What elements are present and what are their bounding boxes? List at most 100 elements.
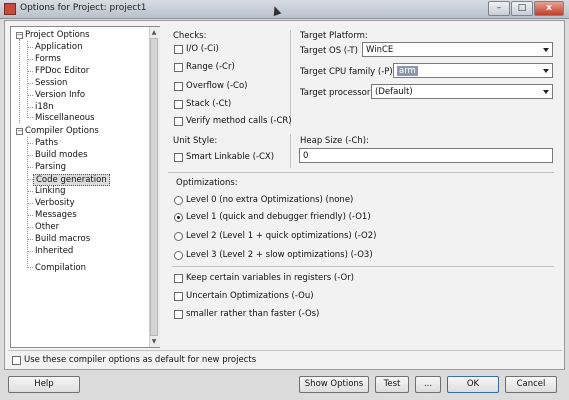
- section-divider: [290, 134, 291, 168]
- tree-connector: [27, 71, 33, 72]
- options-tree[interactable]: − Project Options Application Forms FPDo…: [10, 26, 160, 348]
- tree-connector: [27, 83, 33, 84]
- tree-connector: [27, 167, 33, 168]
- maximize-button[interactable]: □: [511, 1, 533, 16]
- tree-scroll-thumb[interactable]: [150, 38, 158, 336]
- section-divider: [168, 172, 554, 173]
- target-cpu-value: arm: [397, 66, 418, 76]
- range-check-checkbox[interactable]: [174, 63, 183, 72]
- section-divider: [290, 30, 291, 126]
- cancel-button[interactable]: Cancel: [505, 376, 557, 393]
- target-cpu-select[interactable]: arm: [393, 63, 553, 78]
- verify-method-calls-label: Verify method calls (-CR): [186, 116, 292, 126]
- smaller-rather-than-faster-checkbox[interactable]: [174, 310, 183, 319]
- level3-label: Level 3 (Level 2 + slow optimizations) (…: [186, 250, 373, 260]
- tree-connector: [27, 155, 33, 156]
- heap-size-input[interactable]: 0: [299, 148, 553, 163]
- test-button[interactable]: Test: [375, 376, 409, 393]
- keep-registers-label: Keep certain variables in registers (-Or…: [186, 273, 354, 283]
- tree-item-session[interactable]: Session: [35, 78, 67, 88]
- io-check-label: I/O (-Ci): [186, 44, 219, 54]
- tree-connector: [27, 143, 33, 144]
- tree-item-parsing[interactable]: Parsing: [35, 162, 66, 172]
- help-button[interactable]: Help: [8, 376, 80, 393]
- tree-item-linking[interactable]: Linking: [35, 186, 66, 196]
- chevron-down-icon: [543, 69, 549, 73]
- level3-radio[interactable]: [174, 251, 183, 260]
- more-button[interactable]: ...: [415, 376, 441, 393]
- window-title: Options for Project: project1: [20, 3, 147, 13]
- level0-label: Level 0 (no extra Optimizations) (none): [186, 195, 354, 205]
- tree-item-verbosity[interactable]: Verbosity: [35, 198, 75, 208]
- verify-method-calls-checkbox[interactable]: [174, 117, 183, 126]
- tree-item-forms[interactable]: Forms: [35, 54, 61, 64]
- heap-size-value: 0: [303, 151, 309, 161]
- minimize-button[interactable]: –: [488, 1, 510, 16]
- tree-item-other[interactable]: Other: [35, 222, 59, 232]
- tree-item-fpdoc-editor[interactable]: FPDoc Editor: [35, 66, 89, 76]
- smaller-rather-than-faster-label: smaller rather than faster (-Os): [186, 309, 320, 319]
- tree-item-inherited[interactable]: Inherited: [35, 246, 73, 256]
- target-cpu-label: Target CPU family (-P): [300, 67, 393, 77]
- tree-item-paths[interactable]: Paths: [35, 138, 58, 148]
- section-divider: [172, 266, 554, 267]
- tree-connector: [27, 215, 33, 216]
- target-processor-select[interactable]: (Default): [371, 84, 553, 99]
- tree-connector: [27, 107, 33, 108]
- use-as-default-label: Use these compiler options as default fo…: [24, 355, 257, 365]
- level2-radio[interactable]: [174, 232, 183, 241]
- tree-item-messages[interactable]: Messages: [35, 210, 77, 220]
- tree-item-build-modes[interactable]: Build modes: [35, 150, 88, 160]
- scroll-down-icon[interactable]: ▼: [150, 337, 158, 346]
- tree-item-compiler-options[interactable]: Compiler Options: [25, 126, 99, 136]
- tree-item-code-generation[interactable]: Code generation: [33, 174, 110, 186]
- tree-item-compilation[interactable]: Compilation: [35, 263, 86, 273]
- smart-linkable-checkbox[interactable]: [174, 153, 183, 162]
- close-button[interactable]: x: [534, 1, 564, 16]
- tree-item-miscellaneous[interactable]: Miscellaneous: [35, 113, 95, 123]
- target-os-value: WinCE: [366, 45, 394, 55]
- target-processor-value: (Default): [375, 87, 413, 97]
- tree-item-application[interactable]: Application: [35, 42, 83, 52]
- tree-connector: [27, 47, 33, 48]
- tree-item-project-options[interactable]: Project Options: [25, 30, 90, 40]
- overflow-check-checkbox[interactable]: [174, 82, 183, 91]
- level0-radio[interactable]: [174, 196, 183, 205]
- scroll-up-icon[interactable]: ▲: [150, 28, 158, 37]
- io-check-checkbox[interactable]: [174, 45, 183, 54]
- tree-connector: [27, 59, 33, 60]
- chevron-down-icon: [543, 48, 549, 52]
- target-os-label: Target OS (-T): [300, 46, 358, 56]
- target-platform-heading: Target Platform:: [300, 31, 368, 41]
- tree-item-version-info[interactable]: Version Info: [35, 90, 85, 100]
- tree-connector: [27, 41, 28, 116]
- unit-style-heading: Unit Style:: [173, 136, 218, 146]
- uncertain-optimizations-label: Uncertain Optimizations (-Ou): [186, 291, 314, 301]
- tree-connector: [27, 267, 33, 268]
- checks-heading: Checks:: [173, 31, 207, 41]
- collapse-compiler-options-icon[interactable]: −: [16, 128, 23, 135]
- tree-connector: [27, 191, 33, 192]
- app-icon: [4, 3, 16, 15]
- uncertain-optimizations-checkbox[interactable]: [174, 292, 183, 301]
- level1-label: Level 1 (quick and debugger friendly) (-…: [186, 212, 371, 222]
- tree-connector: [27, 203, 33, 204]
- tree-item-i18n[interactable]: i18n: [35, 102, 54, 112]
- collapse-project-options-icon[interactable]: −: [16, 32, 23, 39]
- tree-connector: [27, 95, 33, 96]
- show-options-button[interactable]: Show Options: [299, 376, 369, 393]
- heap-size-heading: Heap Size (-Ch):: [300, 136, 369, 146]
- ok-button[interactable]: OK: [447, 376, 499, 393]
- level1-radio[interactable]: [174, 213, 183, 222]
- level2-label: Level 2 (Level 1 + quick optimizations) …: [186, 231, 377, 241]
- tree-item-build-macros[interactable]: Build macros: [35, 234, 90, 244]
- target-processor-label: Target processor: [300, 88, 371, 98]
- chevron-down-icon: [543, 90, 549, 94]
- use-as-default-checkbox[interactable]: [12, 356, 21, 365]
- tree-connector: [27, 117, 33, 118]
- keep-registers-checkbox[interactable]: [174, 274, 183, 283]
- tree-connector: [27, 239, 33, 240]
- target-os-select[interactable]: WinCE: [362, 42, 553, 57]
- stack-check-checkbox[interactable]: [174, 100, 183, 109]
- section-divider: [8, 350, 562, 351]
